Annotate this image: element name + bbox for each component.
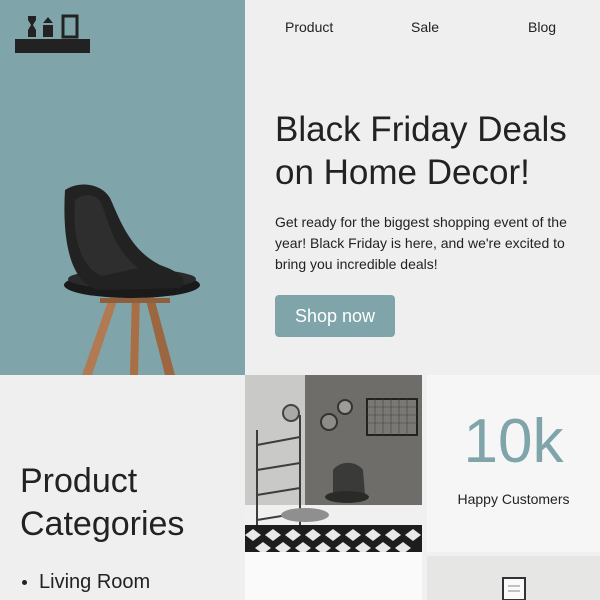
categories-list: Living Room: [22, 571, 150, 594]
decor-photo: [427, 556, 600, 600]
hero-headline: Black Friday Deals on Home Decor!: [275, 110, 567, 192]
hero-image-panel: [0, 0, 245, 375]
bullet-icon: [22, 580, 27, 585]
nav-link-product[interactable]: Product: [285, 19, 333, 35]
hero-description: Get ready for the biggest shopping event…: [275, 214, 567, 272]
shop-now-button[interactable]: Shop now: [275, 295, 395, 337]
nav-link-sale[interactable]: Sale: [411, 19, 439, 35]
nav-link-blog[interactable]: Blog: [528, 19, 556, 35]
category-label: Living Room: [39, 571, 151, 593]
living-room-photo: [245, 375, 422, 552]
chair-image: [64, 184, 200, 375]
empty-tile: [245, 552, 422, 600]
brand-logo[interactable]: [15, 14, 90, 54]
category-item[interactable]: Living Room: [22, 571, 150, 594]
stat-value: 10k: [463, 407, 564, 476]
categories-title: Product Categories: [20, 462, 185, 543]
stat-label: Happy Customers: [457, 491, 570, 507]
